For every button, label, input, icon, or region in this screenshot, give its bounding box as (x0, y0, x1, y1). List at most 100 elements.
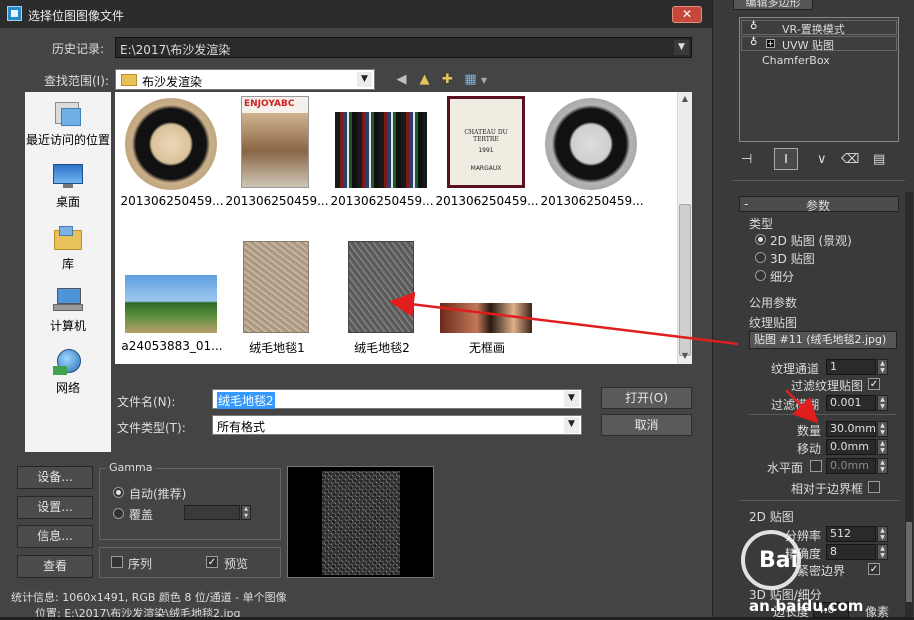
open-button[interactable]: 打开(O) (601, 387, 692, 409)
make-unique-icon[interactable]: ∨ (817, 152, 827, 167)
filter-blur-field[interactable]: 0.001 (826, 395, 876, 411)
libraries-icon (51, 224, 85, 252)
place-computer[interactable]: 计算机 (25, 286, 111, 334)
tight-bounds-checkbox[interactable]: ✓ (868, 563, 880, 575)
scroll-up-icon[interactable]: ▲ (678, 92, 692, 106)
setup-button[interactable]: 设置... (17, 496, 93, 519)
modify-panel: 编辑多边形 ♁ VR-置换模式 ♁ + UVW 贴图 ChamferBox ⊣ … (712, 0, 914, 619)
spinner-icon[interactable]: ▲ ▼ (877, 439, 888, 455)
thumbnail-image: ENJOYABC (241, 96, 309, 188)
filter-texture-checkbox[interactable]: ✓ (868, 378, 880, 390)
relative-bbox-checkbox[interactable] (868, 481, 880, 493)
texture-map-button[interactable]: 贴图 #11 (绒毛地毯2.jpg) (749, 331, 897, 349)
modifier-item[interactable]: ♁ + UVW 贴图 (741, 36, 897, 52)
texture-channel-field[interactable]: 1 (826, 359, 876, 375)
preview-checkbox[interactable]: ✓ (206, 556, 218, 568)
place-desktop[interactable]: 桌面 (25, 162, 111, 210)
modifier-label: VR-置换模式 (782, 23, 845, 36)
configure-sets-icon[interactable]: ▤ (873, 152, 885, 167)
chevron-down-icon[interactable]: ▼ (357, 72, 372, 87)
pin-stack-icon[interactable]: ⊣ (741, 152, 752, 167)
lookin-dropdown[interactable]: 布沙发渲染 ▼ (115, 69, 375, 90)
water-level-checkbox[interactable] (810, 460, 822, 472)
water-level-field[interactable]: 0.0mm (826, 458, 876, 474)
scroll-down-icon[interactable]: ▼ (678, 349, 692, 363)
close-button[interactable]: ✕ (672, 6, 702, 23)
amount-label: 数量 (797, 424, 822, 438)
devices-button[interactable]: 设备... (17, 466, 93, 489)
folder-icon (121, 74, 137, 86)
file-item[interactable]: 绒毛地毯2 (332, 241, 428, 355)
file-item[interactable]: 绒毛地毯1 (227, 241, 323, 355)
filetype-dropdown[interactable]: 所有格式 ▼ (212, 415, 582, 435)
chevron-down-icon[interactable]: ▼ (674, 40, 689, 55)
desktop-icon (51, 162, 85, 190)
history-dropdown[interactable]: E:\2017\布沙发渲染 ▼ (115, 37, 692, 58)
shift-field[interactable]: 0.0mm (826, 439, 876, 455)
image-preview (287, 466, 434, 578)
spinner-icon[interactable]: ▲ ▼ (877, 359, 888, 375)
filename-input[interactable]: 绒毛地毯2 ▼ (212, 389, 582, 409)
gamma-override-field[interactable] (184, 505, 240, 520)
file-item[interactable]: 201306250459... (120, 96, 224, 208)
file-item[interactable]: a24053883_01... (121, 241, 223, 353)
file-label: 201306250459... (540, 194, 644, 208)
filename-value: 绒毛地毯2 (217, 392, 275, 409)
tight-bounds-label: 紧密边界 (797, 564, 846, 578)
resolution-field[interactable]: 512 (826, 526, 876, 542)
up-folder-icon[interactable]: ▲ (415, 70, 434, 89)
light-bulb-icon[interactable]: ♁ (750, 37, 757, 48)
place-network[interactable]: 网络 (25, 348, 111, 396)
gamma-group (99, 468, 281, 540)
network-icon (51, 348, 85, 376)
new-folder-icon[interactable]: ✚ (438, 70, 457, 89)
view-dropdown-icon[interactable]: ▼ (481, 76, 487, 85)
gamma-auto-radio[interactable] (113, 487, 124, 498)
panel-scrollbar[interactable] (905, 192, 913, 617)
info-button[interactable]: 信息... (17, 525, 93, 548)
gamma-auto-label: 自动(推荐) (129, 487, 187, 501)
modifier-list-tab[interactable]: 编辑多边形 (733, 0, 813, 10)
file-item[interactable]: CHATEAU DU TERTRE 1991 MARGAUX 201306250… (435, 96, 539, 208)
file-item[interactable]: 201306250459... (330, 96, 434, 208)
wine-year: 1991 (478, 147, 494, 154)
gamma-spinner-icon[interactable]: ▲ ▼ (241, 505, 251, 520)
back-icon[interactable]: ◀ (392, 70, 411, 89)
chevron-down-icon[interactable]: ▼ (564, 417, 579, 433)
scrollbar-thumb[interactable] (679, 204, 691, 356)
show-end-result-icon[interactable]: I (774, 148, 798, 170)
filetype-label: 文件类型(T): (117, 421, 186, 435)
params-rollout-header[interactable]: - 参数 (739, 196, 899, 213)
type-2d-radio[interactable] (755, 234, 766, 245)
chevron-down-icon[interactable]: ▼ (564, 391, 579, 407)
modifier-item[interactable]: ♁ VR-置换模式 (741, 20, 897, 36)
spinner-icon[interactable]: ▲ ▼ (877, 458, 888, 474)
collapse-icon[interactable]: - (744, 197, 748, 211)
place-libraries[interactable]: 库 (25, 224, 111, 272)
sequence-checkbox[interactable] (111, 556, 123, 568)
file-item[interactable]: ENJOYABC 201306250459... (225, 96, 329, 208)
spinner-icon[interactable]: ▲ ▼ (877, 544, 888, 560)
file-item[interactable]: 无框画 (437, 241, 533, 355)
view-menu-icon[interactable]: ▦ (461, 70, 480, 89)
cancel-button[interactable]: 取消 (601, 414, 692, 436)
thumbnail-image (348, 241, 414, 333)
expand-icon[interactable]: + (766, 39, 775, 48)
precision-field[interactable]: 8 (826, 544, 876, 560)
spinner-icon[interactable]: ▲ ▼ (877, 395, 888, 411)
remove-modifier-icon[interactable]: ⌫ (841, 152, 859, 167)
type-3d-radio[interactable] (755, 252, 766, 263)
view-button[interactable]: 查看 (17, 555, 93, 578)
type-subdiv-radio[interactable] (755, 270, 766, 281)
spinner-icon[interactable]: ▲ ▼ (877, 526, 888, 542)
light-bulb-icon[interactable]: ♁ (750, 21, 757, 32)
modifier-base-object[interactable]: ChamferBox (762, 54, 830, 67)
place-recent[interactable]: 最近访问的位置 (25, 100, 111, 148)
file-list: 201306250459... ENJOYABC 201306250459...… (115, 92, 692, 364)
amount-field[interactable]: 30.0mm (826, 421, 876, 437)
file-item[interactable]: 201306250459... (540, 96, 644, 208)
vertical-scrollbar[interactable]: ▲ ▼ (677, 92, 692, 364)
panel-scrollbar-thumb[interactable] (906, 522, 912, 602)
gamma-override-radio[interactable] (113, 508, 124, 519)
spinner-icon[interactable]: ▲ ▼ (877, 421, 888, 437)
